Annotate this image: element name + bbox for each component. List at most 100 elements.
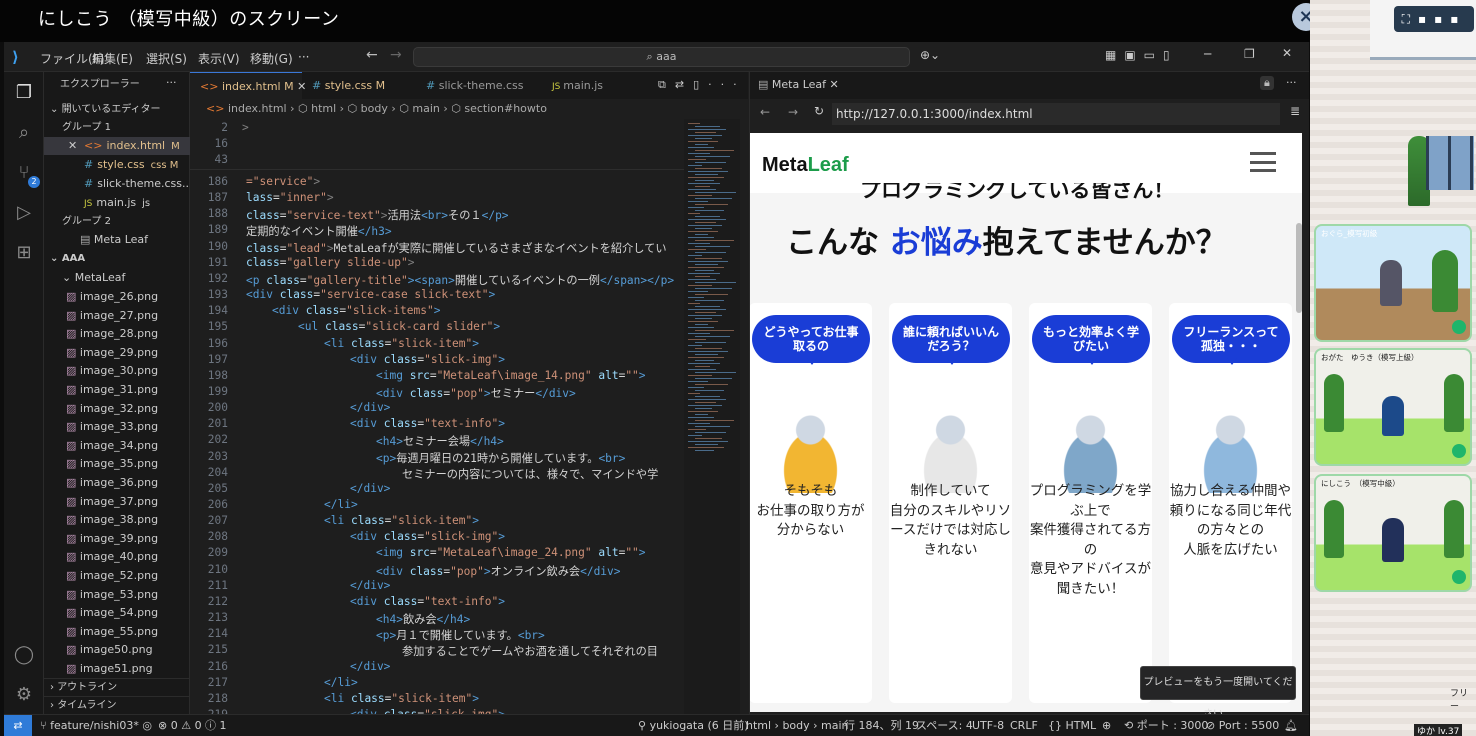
- folder-aaa[interactable]: ⌄ AAA: [44, 250, 190, 268]
- view-controls[interactable]: ⛶▪▪▪: [1394, 6, 1474, 32]
- tab-main-js[interactable]: JS main.js: [546, 72, 603, 99]
- image-file-item[interactable]: ▨ image_55.png: [44, 623, 190, 641]
- image-file-item[interactable]: ▨ image_32.png: [44, 400, 190, 418]
- video-tile-ogata[interactable]: おがた ゆうき（模写上級）: [1314, 348, 1472, 466]
- copilot-status-icon[interactable]: ⊕: [1102, 715, 1111, 736]
- image-file-item[interactable]: ▨ image50.png: [44, 641, 190, 659]
- image-file-item[interactable]: ▨ image_52.png: [44, 567, 190, 585]
- open-editor-file[interactable]: ✕ <> index.html M: [44, 137, 190, 155]
- breadcrumb-html[interactable]: › ⬡ html: [290, 102, 336, 115]
- explorer-more-icon[interactable]: ···: [166, 76, 177, 89]
- run-debug-icon[interactable]: ▷: [12, 202, 36, 226]
- open-editor-file[interactable]: # style.css css M: [44, 156, 190, 174]
- breadcrumb-main[interactable]: › ⬡ main: [391, 102, 439, 115]
- notifications-bell-icon[interactable]: 🔔︎: [1284, 715, 1298, 736]
- image-file-item[interactable]: ▨ image_26.png: [44, 288, 190, 306]
- explorer-icon[interactable]: ❐: [12, 82, 36, 106]
- image-file-item[interactable]: ▨ image_54.png: [44, 604, 190, 622]
- mic-icon[interactable]: [1452, 320, 1466, 334]
- line-ending[interactable]: CRLF: [1010, 715, 1038, 736]
- settings-gear-icon[interactable]: ⚙: [12, 684, 36, 708]
- hamburger-menu-icon[interactable]: [1250, 152, 1276, 172]
- tab-index-html[interactable]: <> index.html M ✕: [190, 72, 306, 99]
- copilot-icon[interactable]: ⊕⌄: [920, 48, 940, 62]
- back-arrow-icon[interactable]: ←: [366, 47, 378, 63]
- menu-item[interactable]: 移動(G): [250, 50, 293, 67]
- indentation[interactable]: スペース: 4: [916, 715, 973, 736]
- browser-reload-icon[interactable]: ↻: [814, 104, 824, 118]
- outline-section[interactable]: › アウトライン: [44, 678, 190, 696]
- problems-indicator[interactable]: ⊗ 0 ⚠ 0 ⓘ 1: [158, 715, 227, 736]
- menu-item[interactable]: ···: [298, 50, 309, 64]
- tab-close-icon[interactable]: ✕: [297, 80, 306, 93]
- image-file-item[interactable]: ▨ image_31.png: [44, 381, 190, 399]
- preview-more-icon[interactable]: ···: [1286, 76, 1297, 89]
- status-breadcrumb[interactable]: html › body › main: [746, 715, 849, 736]
- minimap-line: [695, 150, 734, 151]
- open-editor-file[interactable]: # slick-theme.css...: [44, 175, 190, 193]
- search-icon[interactable]: ⌕: [12, 122, 36, 146]
- cursor-position[interactable]: 行 184、列 19: [844, 715, 919, 736]
- image-file-item[interactable]: ▨ image_34.png: [44, 437, 190, 455]
- code-editor[interactable]: 2 >16 43 186 ="service"> 187 lass="inner"> 188…: [190, 119, 748, 714]
- video-tile-ogura[interactable]: おぐら_模写初級: [1314, 224, 1472, 342]
- git-branch[interactable]: ⑂ feature/nishi03* ◎: [40, 715, 152, 736]
- mic-icon[interactable]: [1452, 444, 1466, 458]
- image-file-item[interactable]: ▨ image_36.png: [44, 474, 190, 492]
- image-file-item[interactable]: ▨ image_35.png: [44, 455, 190, 473]
- open-editor-file[interactable]: JS main.js js: [44, 194, 190, 212]
- minimize-icon[interactable]: ─: [1204, 47, 1211, 61]
- image-file-item[interactable]: ▨ image_39.png: [44, 530, 190, 548]
- image-file-item[interactable]: ▨ image_40.png: [44, 548, 190, 566]
- go-live-port[interactable]: ⊘ Port : 5500: [1206, 715, 1279, 736]
- breadcrumb-section[interactable]: › ⬡ section#howto: [443, 102, 547, 115]
- image-file-item[interactable]: ▨ image_33.png: [44, 418, 190, 436]
- preview-tab[interactable]: ▤ Meta Leaf ✕: [758, 78, 839, 91]
- open-editors-header[interactable]: ⌄ 開いているエディター: [44, 101, 190, 119]
- close-editor-icon[interactable]: ✕: [68, 137, 77, 155]
- video-tile-nishikou[interactable]: にしこう （模写中級）: [1314, 474, 1472, 592]
- restore-icon[interactable]: ❐: [1244, 47, 1255, 61]
- browser-menu-icon[interactable]: ≣: [1290, 104, 1300, 118]
- window-close-icon[interactable]: ✕: [1282, 46, 1292, 60]
- menu-item[interactable]: 選択(S): [146, 50, 187, 67]
- image-file-item[interactable]: ▨ image_53.png: [44, 586, 190, 604]
- reopen-preview-toast[interactable]: プレビューをもう一度開いてください。: [1140, 666, 1296, 720]
- lock-icon[interactable]: 🔒︎: [1260, 76, 1274, 90]
- tab-slick-theme-css[interactable]: # slick-theme.css: [420, 72, 524, 99]
- live-server-port[interactable]: ⟲ ポート : 3000: [1124, 715, 1208, 736]
- breadcrumb-file[interactable]: <> index.html: [190, 102, 287, 115]
- browser-forward-icon[interactable]: →: [788, 105, 798, 119]
- site-logo[interactable]: MetaLeaf: [762, 154, 849, 177]
- menu-item[interactable]: 表示(V): [198, 50, 240, 67]
- menu-item[interactable]: 編集(E): [92, 50, 133, 67]
- extensions-icon[interactable]: ⊞: [12, 242, 36, 266]
- image-file-item[interactable]: ▨ image_29.png: [44, 344, 190, 362]
- image-file-item[interactable]: ▨ image_38.png: [44, 511, 190, 529]
- url-input[interactable]: http://127.0.0.1:3000/index.html: [832, 103, 1280, 125]
- tab-style-css[interactable]: # style.css M: [306, 72, 385, 99]
- preview-scrollbar[interactable]: [1296, 223, 1302, 313]
- open-editor-metaleaf[interactable]: ▤ Meta Leaf: [44, 231, 190, 249]
- layout-controls[interactable]: ▦▣▭▯: [1105, 48, 1178, 62]
- editor-actions[interactable]: ⧉⇄▯···: [658, 78, 746, 92]
- account-icon[interactable]: ◯: [12, 644, 36, 668]
- image-file-item[interactable]: ▨ image51.png: [44, 660, 190, 678]
- command-center-search[interactable]: ⌕ aaa: [413, 47, 910, 67]
- image-file-item[interactable]: ▨ image_37.png: [44, 493, 190, 511]
- image-file-item[interactable]: ▨ image_27.png: [44, 307, 190, 325]
- encoding[interactable]: UTF-8: [972, 715, 1004, 736]
- language-mode[interactable]: {} HTML: [1048, 715, 1096, 736]
- preview-tab-close-icon[interactable]: ✕: [830, 78, 839, 91]
- forward-arrow-icon[interactable]: →: [390, 47, 402, 63]
- timeline-section[interactable]: › タイムライン: [44, 696, 190, 714]
- remote-indicator[interactable]: ⇄: [4, 715, 32, 736]
- git-blame[interactable]: ⚲ yukiogata (6 日前): [638, 715, 749, 736]
- image-file-item[interactable]: ▨ image_28.png: [44, 325, 190, 343]
- browser-back-icon[interactable]: ←: [760, 105, 770, 119]
- mic-icon[interactable]: [1452, 570, 1466, 584]
- folder-metaleaf[interactable]: ⌄ MetaLeaf: [44, 269, 190, 287]
- minimap[interactable]: [684, 119, 740, 714]
- image-file-item[interactable]: ▨ image_30.png: [44, 362, 190, 380]
- breadcrumb-body[interactable]: › ⬡ body: [340, 102, 388, 115]
